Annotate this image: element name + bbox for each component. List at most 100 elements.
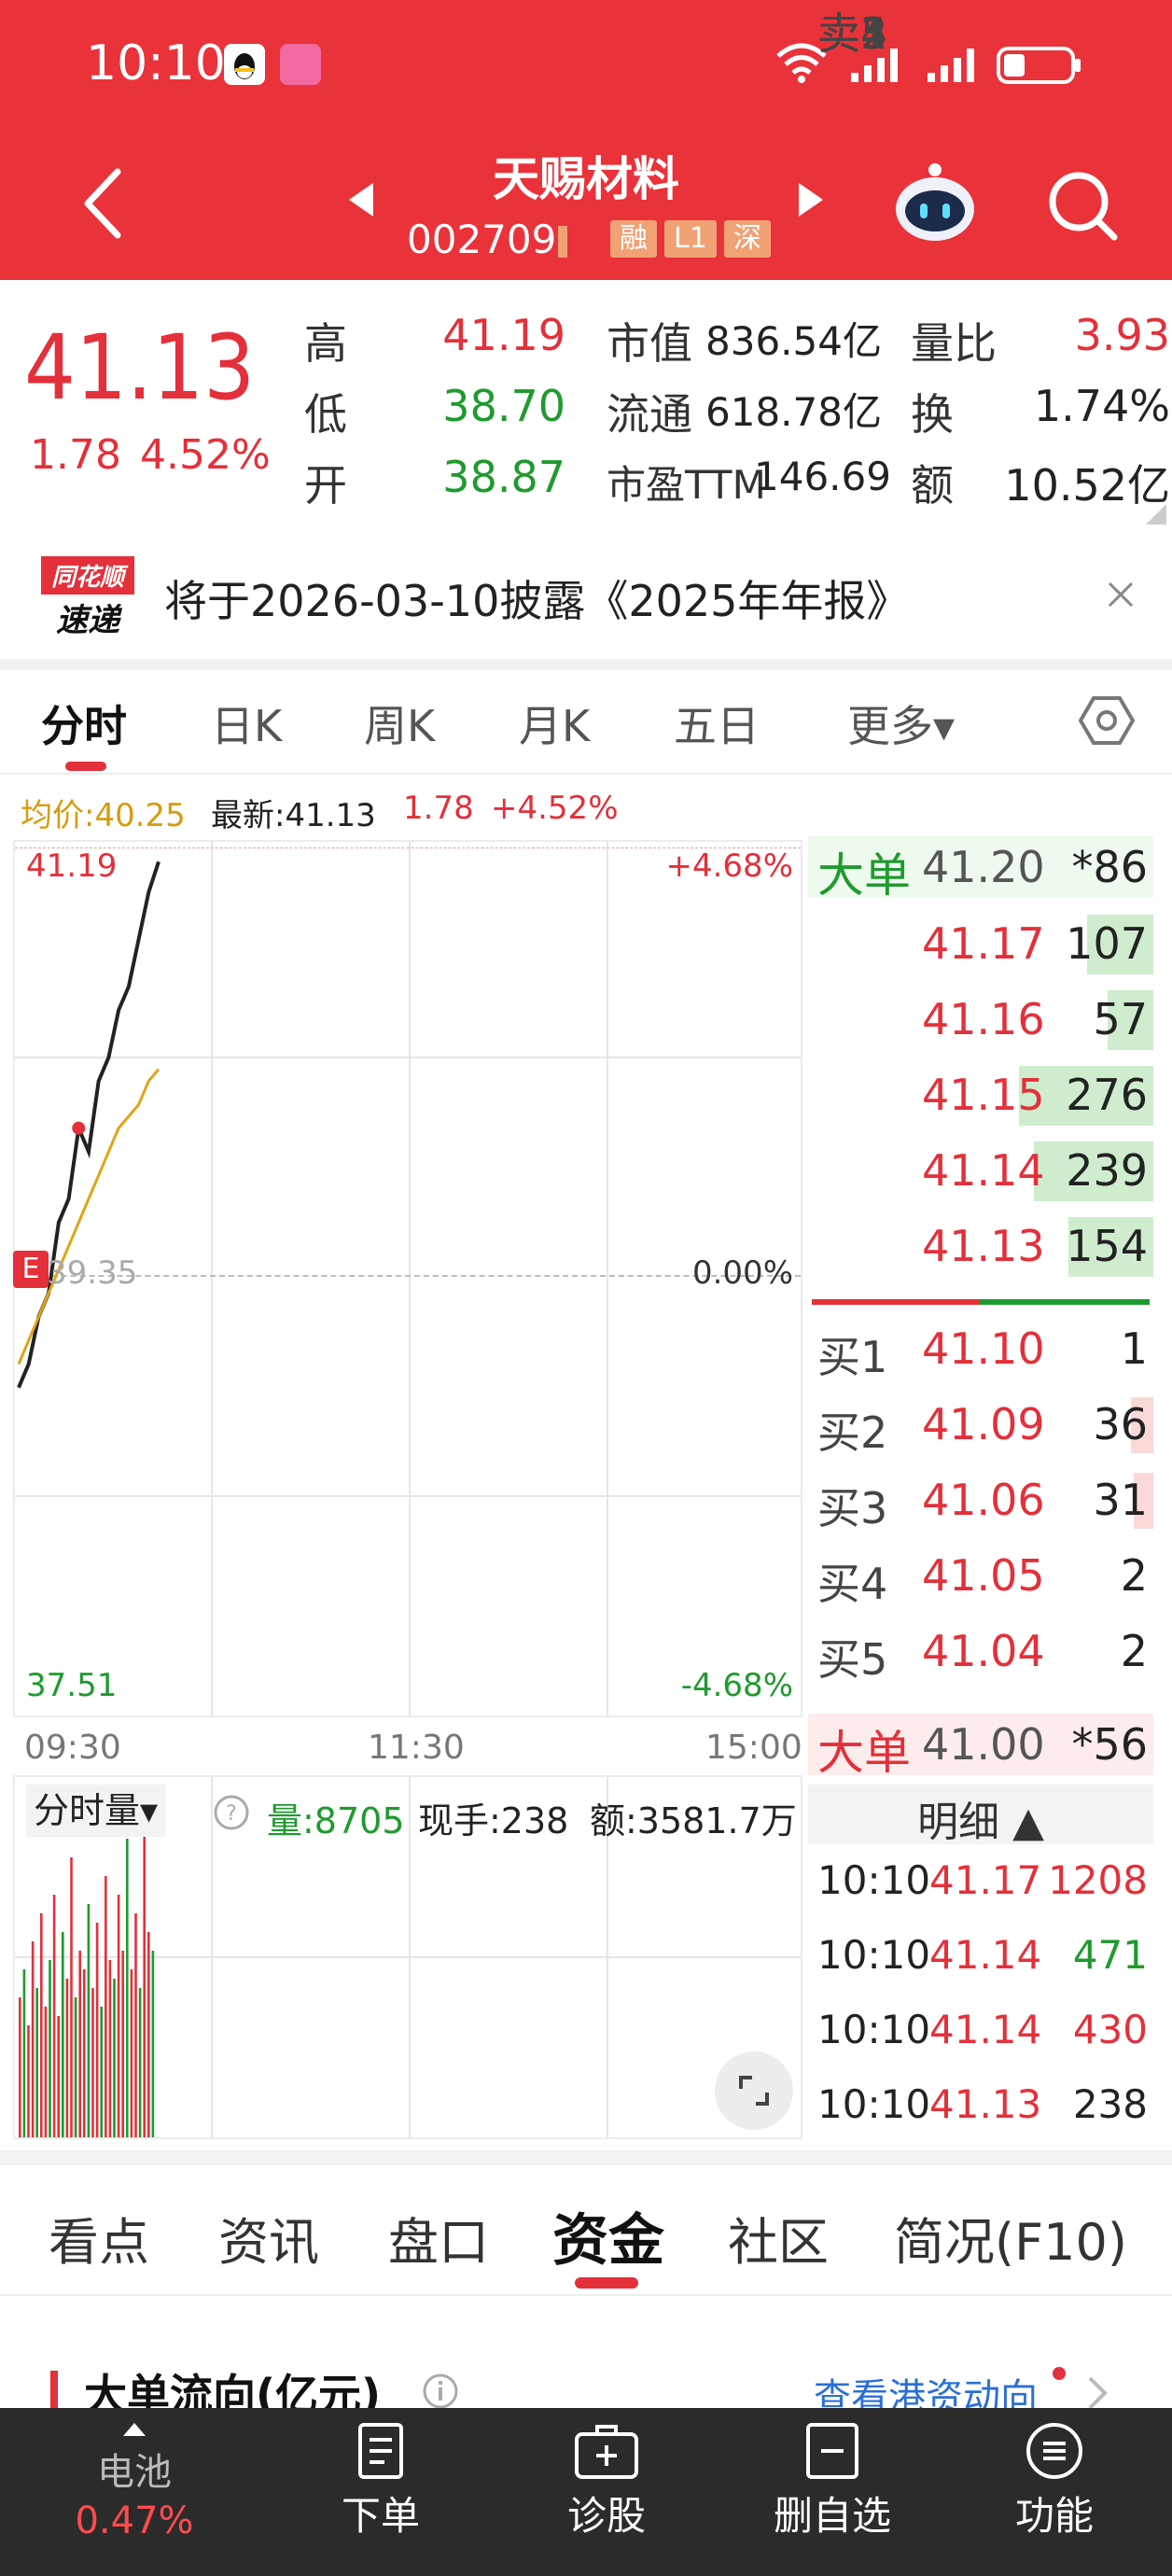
- volume-bar: [70, 1857, 73, 2137]
- bid-level-label: 买4: [817, 1559, 888, 1609]
- bid-qty: 2: [1120, 1550, 1148, 1601]
- tab-intraday[interactable]: 分时: [41, 693, 127, 754]
- trade-qty: 1208: [1048, 1857, 1148, 1903]
- big-order-bottom-qty: *56: [1071, 1719, 1148, 1770]
- tab-monthly-k[interactable]: 月K: [519, 693, 590, 754]
- help-icon[interactable]: ?: [213, 1794, 250, 1835]
- search-icon[interactable]: [1045, 168, 1120, 246]
- float-label: 流通: [607, 389, 692, 440]
- notice-text: 将于2026-03-10披露《2025年年报》: [164, 576, 910, 626]
- battery-sector[interactable]: 电池 0.47%: [41, 2408, 228, 2542]
- trade-time: 10:10: [817, 2007, 931, 2052]
- volume-bar: [62, 1932, 64, 2137]
- event-marker[interactable]: E: [13, 1251, 49, 1288]
- volume-bar: [108, 1960, 112, 2137]
- volume-bar: [83, 1969, 86, 2137]
- big-order-top-qty: *86: [1071, 842, 1148, 892]
- separator-red: [812, 1299, 980, 1305]
- amount-value: 10.52亿: [1004, 460, 1170, 511]
- tab-highlights[interactable]: 看点: [49, 2201, 149, 2275]
- bid-level-label: 买1: [817, 1332, 888, 1382]
- tab-news[interactable]: 资讯: [218, 2201, 319, 2275]
- trade-qty: 471: [1072, 1932, 1148, 1978]
- tab-f10[interactable]: 简况(F10): [894, 2201, 1127, 2275]
- volume-bar: [105, 1876, 107, 2137]
- open-label: 开: [304, 460, 347, 511]
- ask-qty: 239: [1066, 1145, 1148, 1196]
- chart-change-pct: +4.52%: [491, 790, 619, 827]
- stock-name: 天赐材料: [493, 152, 679, 206]
- volume-bar: [100, 2007, 103, 2137]
- svg-text:?: ?: [226, 1802, 237, 1826]
- bid-price: 41.05: [922, 1550, 1045, 1601]
- divider: [0, 2294, 1172, 2296]
- price-marker: [72, 1121, 86, 1135]
- stock-code: 002709: [407, 217, 557, 262]
- chart-change: 1.78: [403, 790, 474, 827]
- tag-margin: 融: [610, 220, 657, 258]
- pct-axis-top: +4.68%: [665, 847, 794, 885]
- nav-remove-watchlist[interactable]: 删自选: [739, 2408, 926, 2541]
- nav-diagnose[interactable]: 诊股: [513, 2408, 700, 2541]
- tab-capital[interactable]: 资金: [552, 2195, 664, 2276]
- pe-label: 市盈TTM: [607, 462, 766, 508]
- tab-daily-k[interactable]: 日K: [211, 693, 282, 754]
- settings-hex-icon[interactable]: [1078, 693, 1136, 752]
- diagnose-icon: [575, 2425, 638, 2479]
- ask-price: 41.13: [922, 1221, 1045, 1271]
- bid-qty: 36: [1093, 1399, 1148, 1449]
- volume-bar: [52, 1895, 56, 2137]
- bid-price: 41.04: [922, 1626, 1045, 1676]
- bilibili-icon: [280, 44, 321, 85]
- volume-bar: [147, 1932, 150, 2137]
- ask-qty: 276: [1066, 1070, 1148, 1120]
- volume-bar: [44, 2007, 48, 2137]
- notice-bar[interactable]: 同花顺 速递 将于2026-03-10披露《2025年年报》: [0, 541, 1172, 653]
- next-stock-icon[interactable]: [795, 181, 827, 222]
- high-value: 41.19: [442, 310, 565, 360]
- detail-toggle[interactable]: 明细 ▲: [808, 1788, 1153, 1848]
- volume-bar: [151, 1951, 155, 2137]
- big-order-top-price: 41.20: [922, 842, 1045, 892]
- tab-community[interactable]: 社区: [728, 2201, 829, 2275]
- tab-market-depth[interactable]: 盘口: [388, 2201, 489, 2275]
- battery-icon: [997, 45, 1082, 90]
- tab-five-day[interactable]: 五日: [674, 693, 760, 754]
- order-icon: [358, 2423, 403, 2479]
- volume-selector[interactable]: 分时量▾: [26, 1785, 166, 1837]
- volume-bar: [74, 1997, 77, 2137]
- tab-more[interactable]: 更多▾: [847, 693, 955, 754]
- close-icon[interactable]: [1107, 581, 1135, 612]
- volume-bar: [138, 1988, 142, 2137]
- big-order-bottom-price: 41.00: [922, 1719, 1045, 1770]
- ask-price: 41.14: [922, 1145, 1045, 1196]
- fullscreen-icon[interactable]: [715, 2051, 793, 2130]
- trade-qty: 430: [1072, 2007, 1148, 2052]
- price-change: 1.78: [30, 431, 121, 479]
- bottom-navigation: 电池 0.47% 下单 诊股 删自选 功能: [0, 2408, 1172, 2576]
- big-order-bottom-label: 大单: [817, 1726, 911, 1780]
- nav-order[interactable]: 下单: [287, 2408, 474, 2541]
- trade-price: 41.14: [929, 2007, 1042, 2052]
- tab-weekly-k[interactable]: 周K: [364, 693, 435, 754]
- volume-bar: [91, 1988, 94, 2137]
- remove-icon: [806, 2423, 858, 2479]
- mcap-value: 836.54亿: [705, 318, 882, 364]
- trade-price: 41.13: [929, 2081, 1042, 2127]
- volume-bar: [126, 1839, 129, 2137]
- bid-level-label: 买3: [817, 1483, 888, 1533]
- amount-label: 额: [911, 460, 954, 511]
- app-header: 10:10 天赐材料 002709 融 L1 深: [0, 0, 1172, 280]
- robot-assistant-icon[interactable]: [890, 161, 980, 248]
- brand-bottom: 速递: [56, 602, 119, 639]
- ask-price: 41.17: [922, 918, 1045, 969]
- trade-time: 10:10: [817, 1932, 931, 1978]
- price-change-pct: 4.52%: [140, 431, 271, 479]
- nav-functions[interactable]: 功能: [961, 2408, 1148, 2541]
- divider: [0, 773, 1172, 775]
- pe-value: 146.69: [754, 454, 891, 499]
- bid-qty: 31: [1093, 1475, 1148, 1525]
- volume-amount: 额:3581.7万: [590, 1800, 797, 1841]
- separator-green: [980, 1299, 1150, 1305]
- menu-icon: [1026, 2423, 1082, 2479]
